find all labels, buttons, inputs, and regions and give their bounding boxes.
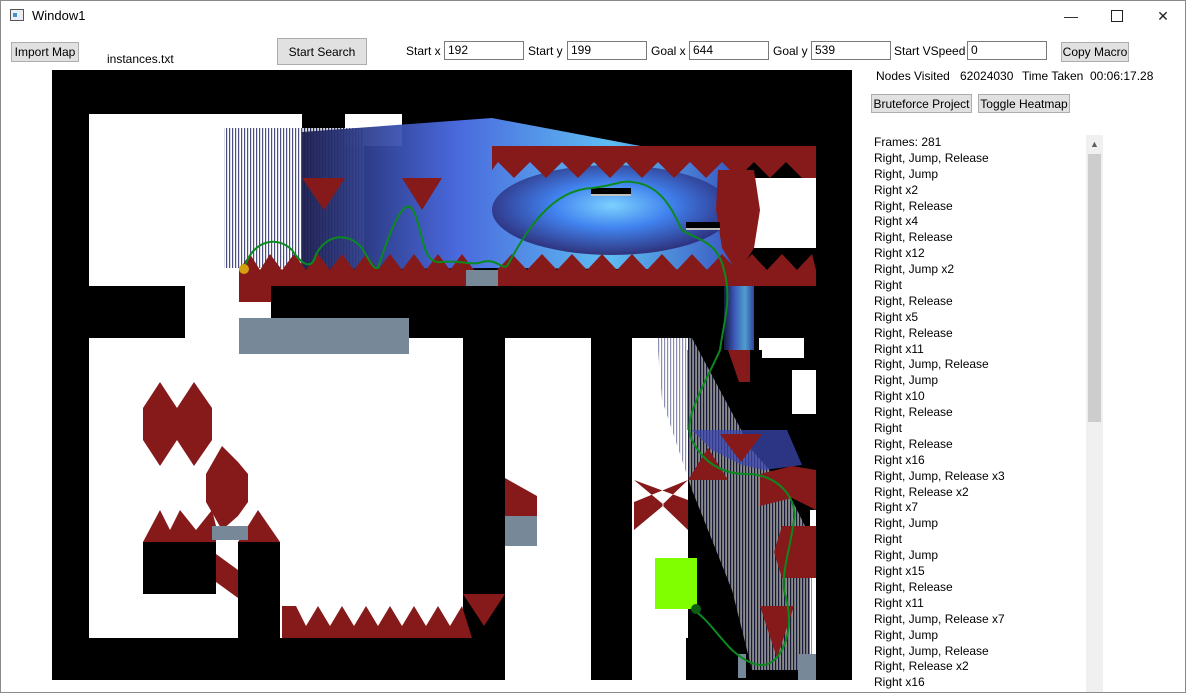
start-y-label: Start y <box>528 44 563 58</box>
list-item: Right, Release x2 <box>874 659 969 674</box>
level-map[interactable] <box>52 70 852 680</box>
spike-lower-right <box>774 526 816 578</box>
list-item: Right x7 <box>874 500 919 515</box>
maximize-button[interactable] <box>1094 1 1140 31</box>
start-vspeed-input[interactable]: 0 <box>967 41 1047 60</box>
list-item: Right, Jump <box>874 516 939 531</box>
bruteforce-project-button[interactable]: Bruteforce Project <box>871 94 972 113</box>
main-window: Window1 — ✕ Import Map instances.txt Sta… <box>0 0 1186 693</box>
list-item: Right, Release <box>874 230 953 245</box>
title-bar: Window1 — ✕ <box>1 1 1185 31</box>
nodes-visited-value: 62024030 <box>960 69 1014 83</box>
list-item: Right, Release x2 <box>874 484 969 499</box>
list-item: Right, Release <box>874 579 953 594</box>
list-item: Right, Release <box>874 198 953 213</box>
list-item: Right, Release <box>874 405 953 420</box>
list-item: Right, Jump x2 <box>874 262 955 277</box>
list-item: Right, Jump, Release <box>874 357 989 372</box>
goal-y-input[interactable]: 539 <box>811 41 891 60</box>
start-x-input[interactable]: 192 <box>444 41 524 60</box>
list-item: Frames: 281 <box>874 135 942 149</box>
copy-macro-button[interactable]: Copy Macro <box>1061 42 1129 62</box>
file-name-label: instances.txt <box>107 52 174 66</box>
chevron-up-icon[interactable]: ▲ <box>1086 135 1103 152</box>
list-item: Right, Jump <box>874 166 939 181</box>
list-item: Right x2 <box>874 182 919 197</box>
macro-list[interactable]: Frames: 281 Right, Jump, Release Right, … <box>871 135 1103 692</box>
time-taken-value: 00:06:17.28 <box>1090 69 1154 83</box>
heatmap-hotspot <box>492 165 732 255</box>
start-x-label: Start x <box>406 44 441 58</box>
list-item: Right, Release <box>874 293 953 308</box>
list-item: Right x15 <box>874 564 925 579</box>
list-item: Right <box>874 532 903 547</box>
time-taken-label: Time Taken <box>1022 69 1084 83</box>
list-item: Right, Release <box>874 325 953 340</box>
list-item: Right <box>874 278 903 293</box>
start-y-input[interactable]: 199 <box>567 41 647 60</box>
start-vspeed-label: Start VSpeed <box>894 44 966 58</box>
goal-x-label: Goal x <box>651 44 686 58</box>
list-item: Right, Release <box>874 436 953 451</box>
list-item: Right x12 <box>874 246 925 261</box>
list-item: Right, Jump <box>874 548 939 563</box>
list-item: Right x11 <box>874 341 924 356</box>
window-title: Window1 <box>32 8 86 23</box>
list-item: Right, Jump, Release <box>874 643 989 658</box>
list-item: Right, Jump, Release <box>874 150 989 165</box>
scrollbar-thumb[interactable] <box>1088 154 1101 422</box>
platform-white-strip <box>239 302 271 318</box>
list-item: Right <box>874 421 903 436</box>
list-item: Right x11 <box>874 595 924 610</box>
list-scrollbar[interactable]: ▲ <box>1086 135 1103 692</box>
maximize-icon <box>1111 10 1123 22</box>
start-search-button[interactable]: Start Search <box>277 38 367 65</box>
goal-x-input[interactable]: 644 <box>689 41 769 60</box>
list-item: Right x10 <box>874 389 925 404</box>
app-icon <box>10 9 24 21</box>
list-item: Right, Jump, Release x3 <box>874 468 1005 483</box>
list-item: Right x16 <box>874 452 925 467</box>
goal-y-label: Goal y <box>773 44 808 58</box>
list-item: Right, Jump <box>874 373 939 388</box>
list-item: Right x5 <box>874 309 919 324</box>
list-item: Right, Jump <box>874 627 939 642</box>
list-item: Right, Jump, Release x7 <box>874 611 1005 626</box>
nodes-visited-label: Nodes Visited <box>876 69 950 83</box>
minimize-button[interactable]: — <box>1048 1 1094 31</box>
goal-zone <box>655 558 697 609</box>
toggle-heatmap-button[interactable]: Toggle Heatmap <box>978 94 1070 113</box>
list-item: Right x4 <box>874 214 919 229</box>
import-map-button[interactable]: Import Map <box>11 42 79 62</box>
list-item: Right x16 <box>874 675 925 690</box>
close-button[interactable]: ✕ <box>1140 1 1185 31</box>
start-marker <box>239 264 249 274</box>
goal-marker <box>691 604 701 614</box>
